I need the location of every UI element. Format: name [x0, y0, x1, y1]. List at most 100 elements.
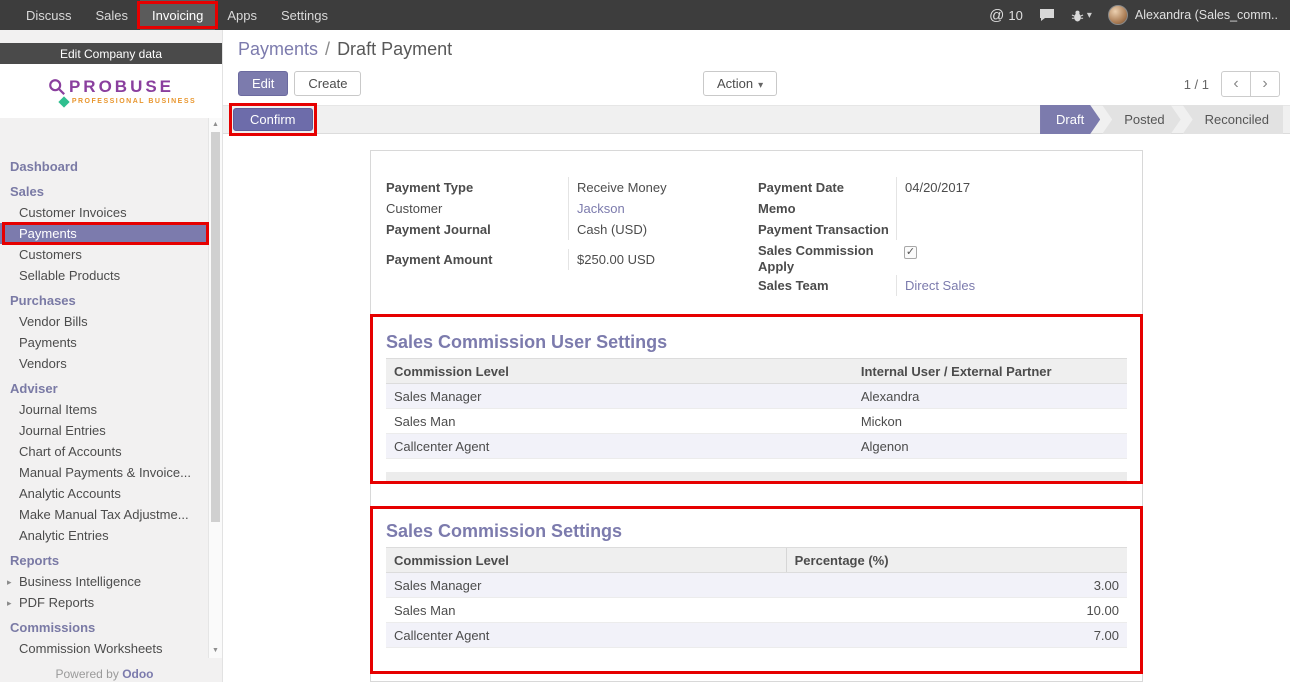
memo-value: [896, 198, 1127, 219]
payment-date-value: 04/20/2017: [896, 177, 1127, 198]
mention-icon: @: [989, 7, 1004, 24]
form-spacer: [386, 240, 744, 249]
powered-by-text: Powered by: [55, 667, 122, 681]
cell-user: Alexandra: [853, 384, 1127, 409]
edit-button[interactable]: Edit: [238, 71, 288, 96]
caret-down-icon: ▾: [1087, 10, 1092, 21]
cell-percentage: 10.00: [786, 598, 1127, 623]
sidebar-item-dashboard[interactable]: Dashboard: [0, 156, 209, 177]
sidebar-item-purchase-payments[interactable]: Payments: [0, 332, 209, 353]
edit-company-button[interactable]: Edit Company data: [0, 43, 222, 64]
user-settings-title: Sales Commission User Settings: [386, 331, 1127, 353]
table-row[interactable]: Sales Manager Alexandra: [386, 384, 1127, 409]
pager-next-button[interactable]: ›: [1250, 71, 1280, 97]
cell-percentage: 3.00: [786, 573, 1127, 598]
avatar: [1108, 5, 1128, 25]
logo-title: PROBUSE: [69, 77, 174, 97]
pager-previous-button[interactable]: ‹: [1221, 71, 1251, 97]
cell-level: Sales Manager: [386, 573, 786, 598]
main-area: Payments/Draft Payment Edit Create Actio…: [223, 30, 1290, 682]
sidebar-item-vendors[interactable]: Vendors: [0, 353, 209, 374]
sidebar-item-business-intelligence[interactable]: ▸ Business Intelligence: [0, 571, 209, 592]
topbar: Discuss Sales Invoicing Apps Settings @ …: [0, 0, 1290, 30]
sidebar-item-journal-items[interactable]: Journal Items: [0, 399, 209, 420]
mentions-counter[interactable]: @ 10: [989, 7, 1023, 24]
sidebar-item-analytic-accounts[interactable]: Analytic Accounts: [0, 483, 209, 504]
sidebar-item-pdf-reports[interactable]: ▸ PDF Reports: [0, 592, 209, 613]
table-row[interactable]: Sales Man 10.00: [386, 598, 1127, 623]
customer-label: Customer: [386, 198, 568, 217]
payment-journal-label: Payment Journal: [386, 219, 568, 238]
chat-icon[interactable]: [1039, 8, 1055, 22]
sidebar-item-manual-payments[interactable]: Manual Payments & Invoice...: [0, 462, 209, 483]
user-menu[interactable]: Alexandra (Sales_comm..: [1108, 5, 1278, 25]
debug-menu[interactable]: ▾: [1071, 9, 1092, 22]
topbar-menus: Discuss Sales Invoicing Apps Settings: [0, 0, 340, 30]
sidebar-item-customers[interactable]: Customers: [0, 244, 209, 265]
magnifier-icon: [48, 78, 66, 96]
table-row[interactable]: Callcenter Agent 7.00: [386, 623, 1127, 648]
menu-invoicing[interactable]: Invoicing: [140, 0, 215, 30]
odoo-screen: Discuss Sales Invoicing Apps Settings @ …: [0, 0, 1290, 682]
sidebar-scrollbar[interactable]: ▲ ▼: [208, 118, 222, 658]
scrollbar-thumb[interactable]: [211, 132, 220, 522]
check-icon: ✓: [906, 246, 915, 258]
menu-sales[interactable]: Sales: [84, 0, 141, 30]
sales-team-label: Sales Team: [758, 275, 896, 294]
user-settings-section: Sales Commission User Settings Commissio…: [371, 331, 1142, 482]
user-settings-table: Commission Level Internal User / Externa…: [386, 358, 1127, 459]
breadcrumb: Payments/Draft Payment: [238, 39, 452, 60]
pager-counter: 1 / 1: [1184, 77, 1209, 92]
scroll-up-icon[interactable]: ▲: [209, 119, 222, 131]
sales-commission-apply-label: Sales Commission Apply: [758, 240, 896, 275]
breadcrumb-payments-link[interactable]: Payments: [238, 39, 318, 59]
table-row[interactable]: Sales Manager 3.00: [386, 573, 1127, 598]
diamond-icon: [58, 96, 69, 107]
sidebar-item-payments-label: Payments: [19, 226, 77, 241]
payment-type-value: Receive Money: [568, 177, 744, 198]
menu-settings[interactable]: Settings: [269, 0, 340, 30]
sidebar-item-customer-invoices[interactable]: Customer Invoices: [0, 202, 209, 223]
menu-apps[interactable]: Apps: [215, 0, 269, 30]
cell-user: Algenon: [853, 434, 1127, 459]
sidebar-heading-sales: Sales: [0, 181, 209, 202]
action-dropdown-wrap: Action▾: [703, 71, 777, 96]
scroll-down-icon[interactable]: ▼: [209, 645, 222, 657]
cell-percentage: 7.00: [786, 623, 1127, 648]
sidebar-item-analytic-entries[interactable]: Analytic Entries: [0, 525, 209, 546]
payment-date-label: Payment Date: [758, 177, 896, 196]
create-button[interactable]: Create: [294, 71, 361, 96]
sales-team-link[interactable]: Direct Sales: [905, 278, 975, 293]
form-buttons: Edit Create: [238, 71, 361, 96]
payment-journal-value: Cash (USD): [568, 219, 744, 240]
sidebar-item-commission-worksheets[interactable]: Commission Worksheets: [0, 638, 209, 656]
table-row[interactable]: Sales Man Mickon: [386, 409, 1127, 434]
sidebar-item-payments[interactable]: Payments: [0, 223, 209, 244]
cell-level: Callcenter Agent: [386, 623, 786, 648]
payment-transaction-value: [896, 219, 1127, 240]
cell-level: Callcenter Agent: [386, 434, 853, 459]
table-row[interactable]: Callcenter Agent Algenon: [386, 434, 1127, 459]
confirm-button[interactable]: Confirm: [233, 108, 313, 131]
action-dropdown[interactable]: Action▾: [703, 71, 777, 96]
odoo-brand-link[interactable]: Odoo: [122, 667, 153, 681]
breadcrumb-separator: /: [325, 39, 330, 59]
column-commission-level: Commission Level: [386, 548, 786, 573]
mention-count: 10: [1008, 8, 1022, 23]
cell-level: Sales Manager: [386, 384, 853, 409]
sales-commission-apply-checkbox[interactable]: ✓: [904, 246, 917, 259]
menu-invoicing-label: Invoicing: [152, 8, 203, 23]
sidebar: Edit Company data PROBUSE PROFESSIONAL B…: [0, 30, 223, 682]
user-name: Alexandra (Sales_comm..: [1135, 8, 1278, 22]
sidebar-item-manual-tax-adjustments[interactable]: Make Manual Tax Adjustme...: [0, 504, 209, 525]
menu-discuss[interactable]: Discuss: [14, 0, 84, 30]
sidebar-item-chart-of-accounts[interactable]: Chart of Accounts: [0, 441, 209, 462]
cell-level: Sales Man: [386, 409, 853, 434]
commission-settings-section: Sales Commission Settings Commission Lev…: [371, 520, 1142, 648]
sidebar-item-journal-entries[interactable]: Journal Entries: [0, 420, 209, 441]
sidebar-item-sellable-products[interactable]: Sellable Products: [0, 265, 209, 286]
bug-icon: [1071, 9, 1084, 22]
customer-link[interactable]: Jackson: [577, 201, 625, 216]
topbar-right: @ 10 ▾ Alexandra (Sales_comm..: [989, 0, 1290, 30]
sidebar-item-vendor-bills[interactable]: Vendor Bills: [0, 311, 209, 332]
